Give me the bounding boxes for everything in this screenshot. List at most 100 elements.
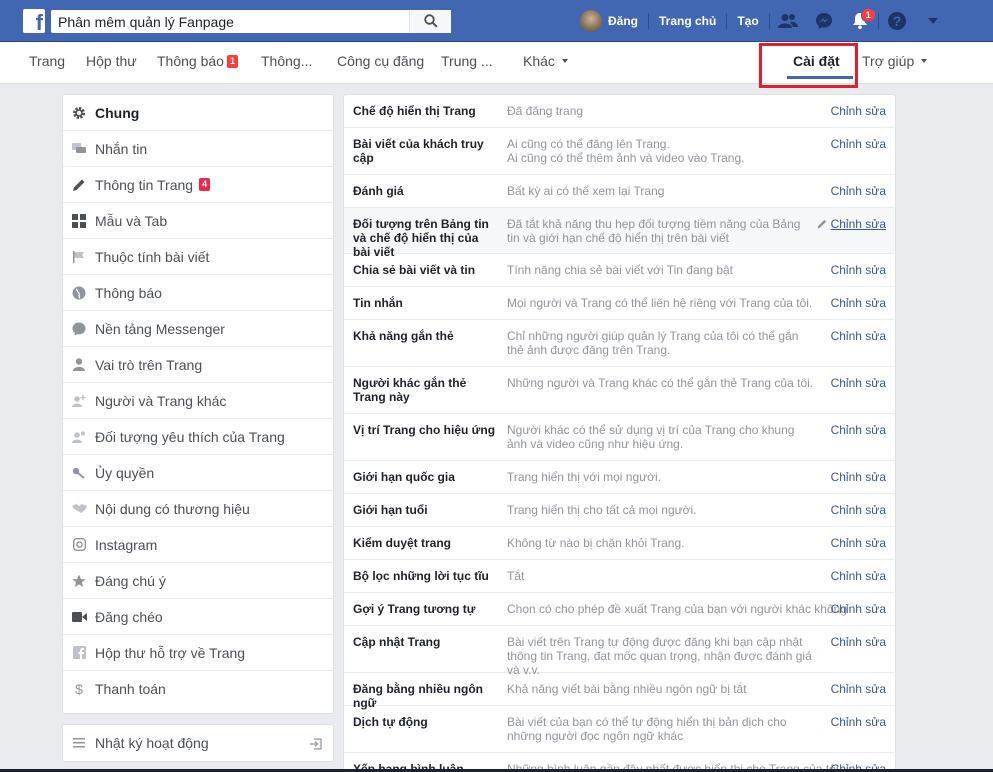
tab-publishing-tools[interactable]: Công cụ đăng [337, 42, 424, 84]
edit-link[interactable]: Chỉnh sửa [831, 217, 886, 231]
settings-row-auto-translation[interactable]: Dịch tự động Bài viết của bạn có thể tự … [344, 706, 895, 753]
notifications-badge: 1 [226, 55, 238, 68]
sidebar-item-preferred-audience[interactable]: Đối tượng yêu thích của Trang [63, 419, 333, 455]
facebook-logo-icon[interactable]: f [23, 9, 45, 35]
sidebar-item-label: Thuộc tính bài viết [95, 248, 210, 265]
svg-text:?: ? [892, 13, 901, 29]
tab-help[interactable]: Trợ giúp [862, 42, 928, 84]
messages-button[interactable] [806, 0, 842, 42]
friend-requests-button[interactable] [770, 0, 806, 42]
sidebar-item-people-other-pages[interactable]: Người và Trang khác [63, 383, 333, 419]
settings-row-page-visibility[interactable]: Chế độ hiển thị Trang Đã đăng trang Chỉn… [344, 95, 895, 128]
settings-row-sharing-stories[interactable]: Chia sẻ bài viết và tin Tính năng chia s… [344, 254, 895, 287]
sidebar-item-general[interactable]: Chung [63, 95, 333, 131]
edit-link[interactable]: Chỉnh sửa [831, 296, 886, 310]
top-right-nav: Đăng Trang chủ Tạo 1 ? [580, 0, 951, 42]
settings-row-others-tagging[interactable]: Người khác gắn thẻ Trang này Những người… [344, 367, 895, 414]
edit-link[interactable]: Chỉnh sửa [831, 137, 886, 151]
activity-log-label: Nhật ký hoạt động [95, 735, 209, 751]
flag-icon [63, 250, 95, 263]
sidebar-item-post-attribution[interactable]: Thuộc tính bài viết [63, 239, 333, 275]
caret-down-icon [561, 59, 568, 63]
sidebar-item-messenger-platform[interactable]: Nền tảng Messenger [63, 311, 333, 347]
sidebar-item-payments[interactable]: $ Thanh toán [63, 671, 333, 707]
sidebar-item-page-roles[interactable]: Vai trò trên Trang [63, 347, 333, 383]
sidebar-badge: 4 [199, 178, 211, 191]
setting-value: Ai cũng có thể đăng lên Trang. Ai cũng c… [507, 137, 745, 165]
sidebar-item-crossposting[interactable]: Đăng chéo [63, 599, 333, 635]
setting-label: Chế độ hiển thị Trang [353, 104, 476, 118]
setting-value: Đã tắt khả năng thu hẹp đối tượng tiềm n… [507, 217, 801, 245]
tab-notifications[interactable]: Thông báo 1 [157, 42, 238, 84]
notifications-button[interactable]: 1 [842, 0, 878, 42]
setting-value: Chỉ những người giúp quản lý Trang của t… [507, 329, 799, 357]
sidebar-item-instagram[interactable]: Instagram [63, 527, 333, 563]
tab-page[interactable]: Trang [29, 42, 65, 84]
settings-row-page-location-effects[interactable]: Vị trí Trang cho hiệu ứng Người khác có … [344, 414, 895, 461]
edit-link[interactable]: Chỉnh sửa [831, 715, 886, 729]
create-link[interactable]: Tạo [727, 14, 768, 28]
tab-inbox[interactable]: Hộp thư [86, 42, 137, 84]
help-button[interactable]: ? [879, 0, 915, 42]
edit-link[interactable]: Chỉnh sửa [831, 104, 886, 118]
key-icon [63, 467, 95, 479]
sidebar-item-branded-content[interactable]: Nội dung có thương hiệu [63, 491, 333, 527]
sidebar-item-templates-tabs[interactable]: Mẫu và Tab [63, 203, 333, 239]
search-input[interactable] [51, 10, 409, 33]
sidebar-item-support-inbox[interactable]: Hộp thư hỗ trợ về Trang [63, 635, 333, 671]
instagram-icon [63, 538, 95, 551]
edit-link[interactable]: Chỉnh sửa [831, 602, 886, 616]
setting-value: Bài viết trên Trang tự động được đăng kh… [507, 635, 812, 677]
tab-insights[interactable]: Thông... [261, 42, 312, 84]
settings-row-country-restrictions[interactable]: Giới hạn quốc gia Trang hiển thị với mọi… [344, 461, 895, 494]
settings-row-profanity-filter[interactable]: Bộ lọc những lời tục tĩu Tắt Chỉnh sửa [344, 560, 895, 593]
setting-label: Cập nhật Trang [353, 635, 441, 649]
pencil-icon [817, 218, 827, 232]
settings-row-similar-page-suggestions[interactable]: Gợi ý Trang tương tự Chọn có cho phép đề… [344, 593, 895, 626]
search-icon [424, 14, 438, 28]
setting-value: Trang hiển thị cho tất cả mọi người. [507, 503, 697, 517]
account-menu-button[interactable] [915, 0, 951, 42]
settings-row-tagging-ability[interactable]: Khả năng gắn thẻ Chỉ những người giúp qu… [344, 320, 895, 367]
edit-link[interactable]: Chỉnh sửa [831, 184, 886, 198]
sidebar-item-label: Ủy quyền [95, 464, 155, 481]
sidebar-item-label: Chung [95, 104, 140, 121]
edit-link[interactable]: Chỉnh sửa [831, 329, 886, 343]
edit-link[interactable]: Chỉnh sửa [831, 470, 886, 484]
edit-link[interactable]: Chỉnh sửa [831, 536, 886, 550]
settings-row-reviews[interactable]: Đánh giá Bất kỳ ai có thể xem lại Trang … [344, 175, 895, 208]
edit-link[interactable]: Chỉnh sửa [831, 376, 886, 390]
settings-row-page-moderation[interactable]: Kiểm duyệt trang Không từ nào bị chặn kh… [344, 527, 895, 560]
profile-link[interactable]: Đăng [608, 14, 648, 28]
edit-link[interactable]: Chỉnh sửa [831, 682, 886, 696]
edit-link[interactable]: Chỉnh sửa [831, 503, 886, 517]
activity-log-button[interactable]: Nhật ký hoạt động [62, 724, 334, 762]
settings-row-age-restrictions[interactable]: Giới hạn tuổi Trang hiển thị cho tất cả … [344, 494, 895, 527]
tab-center[interactable]: Trung ... [441, 42, 493, 84]
tab-help-label: Trợ giúp [862, 53, 915, 69]
sidebar-item-authorizations[interactable]: Ủy quyền [63, 455, 333, 491]
sidebar-item-notifications[interactable]: Thông báo [63, 275, 333, 311]
sidebar-item-messaging[interactable]: Nhắn tin [63, 131, 333, 167]
setting-label: Bộ lọc những lời tục tĩu [353, 569, 489, 583]
edit-link[interactable]: Chỉnh sửa [831, 635, 886, 649]
sidebar-item-featured[interactable]: Đáng chú ý [63, 563, 333, 599]
edit-link[interactable]: Chỉnh sửa [831, 423, 886, 437]
settings-row-messages[interactable]: Tin nhắn Mọi người và Trang có thể liên … [344, 287, 895, 320]
tab-more[interactable]: Khác [523, 42, 568, 84]
edit-link[interactable]: Chỉnh sửa [831, 263, 886, 277]
settings-row-visitor-posts[interactable]: Bài viết của khách truy cập Ai cũng có t… [344, 128, 895, 175]
home-link[interactable]: Trang chủ [649, 14, 726, 28]
settings-row-page-updates[interactable]: Cập nhật Trang Bài viết trên Trang tự độ… [344, 626, 895, 677]
edit-link[interactable]: Chỉnh sửa [831, 569, 886, 583]
person-add-icon [63, 394, 95, 407]
avatar[interactable] [580, 10, 602, 32]
setting-label: Tin nhắn [353, 296, 403, 310]
settings-row-multilingual-posts[interactable]: Đăng bằng nhiều ngôn ngữ Khả năng viết b… [344, 673, 895, 710]
sidebar-item-page-info[interactable]: Thông tin Trang 4 [63, 167, 333, 203]
handshake-icon [63, 503, 95, 514]
messenger-icon [815, 13, 832, 29]
top-bar: f Đăng Trang chủ Tạo 1 ? [0, 0, 993, 42]
settings-row-news-feed-audience[interactable]: Đối tượng trên Bảng tin và chế độ hiển t… [344, 208, 895, 259]
search-button[interactable] [409, 10, 451, 33]
